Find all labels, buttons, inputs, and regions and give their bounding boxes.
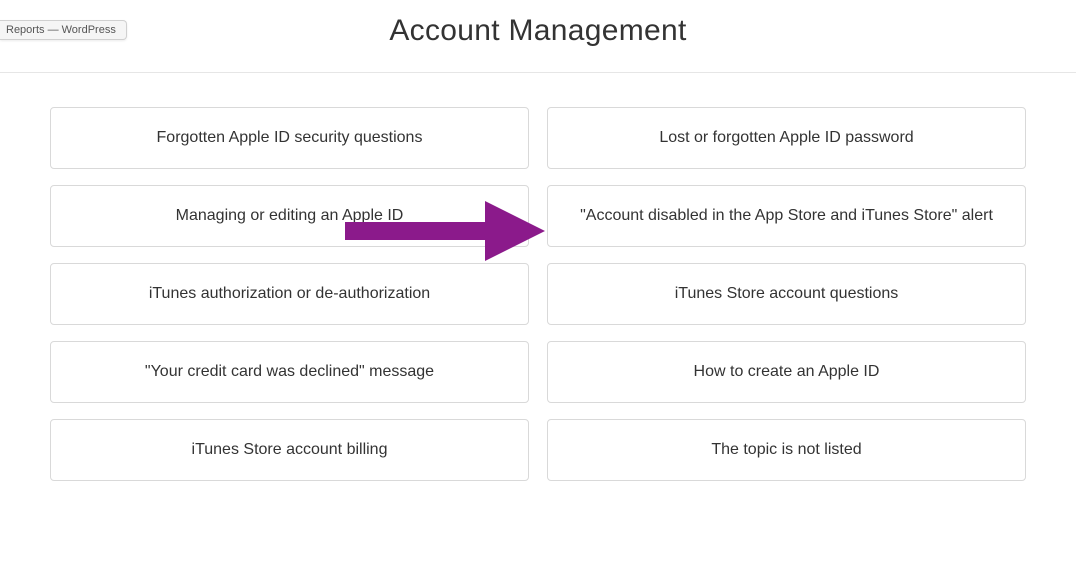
- option-label: "Account disabled in the App Store and i…: [580, 207, 993, 225]
- option-topic-not-listed[interactable]: The topic is not listed: [547, 419, 1026, 481]
- option-itunes-store-questions[interactable]: iTunes Store account questions: [547, 263, 1026, 325]
- option-managing-apple-id[interactable]: Managing or editing an Apple ID: [50, 185, 529, 247]
- option-credit-card-declined[interactable]: "Your credit card was declined" message: [50, 341, 529, 403]
- option-label: Managing or editing an Apple ID: [176, 207, 404, 225]
- option-label: Forgotten Apple ID security questions: [157, 129, 423, 147]
- bookmark-tab[interactable]: Reports — WordPress: [0, 20, 127, 40]
- option-lost-password[interactable]: Lost or forgotten Apple ID password: [547, 107, 1026, 169]
- option-label: iTunes Store account billing: [192, 441, 388, 459]
- header-divider: [0, 72, 1076, 73]
- option-itunes-billing[interactable]: iTunes Store account billing: [50, 419, 529, 481]
- option-label: iTunes authorization or de-authorization: [149, 285, 430, 303]
- bookmark-label: Reports — WordPress: [6, 24, 116, 36]
- page-title: Account Management: [0, 14, 1076, 48]
- option-label: The topic is not listed: [711, 441, 861, 459]
- option-label: "Your credit card was declined" message: [145, 363, 434, 381]
- option-itunes-authorization[interactable]: iTunes authorization or de-authorization: [50, 263, 529, 325]
- option-label: Lost or forgotten Apple ID password: [659, 129, 913, 147]
- option-label: How to create an Apple ID: [694, 363, 880, 381]
- options-grid: Forgotten Apple ID security questions Lo…: [48, 107, 1028, 481]
- option-create-apple-id[interactable]: How to create an Apple ID: [547, 341, 1026, 403]
- option-forgotten-security-questions[interactable]: Forgotten Apple ID security questions: [50, 107, 529, 169]
- option-label: iTunes Store account questions: [675, 285, 899, 303]
- option-account-disabled-alert[interactable]: "Account disabled in the App Store and i…: [547, 185, 1026, 247]
